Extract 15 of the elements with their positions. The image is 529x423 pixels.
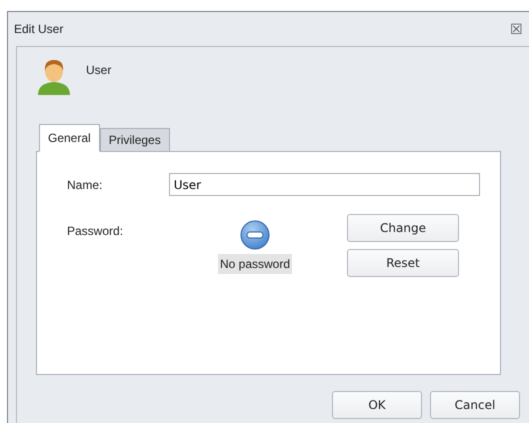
tab[interactable]: General <box>39 124 100 152</box>
password-label: Password: <box>67 224 124 240</box>
close-button[interactable]: ☒ <box>510 21 523 37</box>
user-name: User <box>86 63 112 79</box>
no-entry-icon <box>240 220 270 250</box>
name-label: Name: <box>67 178 104 192</box>
name-field[interactable]: User <box>168 173 480 196</box>
password-action-button[interactable]: Reset <box>347 249 459 277</box>
password-action-button[interactable]: Change <box>347 214 459 242</box>
tab[interactable]: Privileges <box>100 128 170 152</box>
user-avatar-icon <box>36 59 72 97</box>
password-status: No password <box>218 254 292 274</box>
dialog-button[interactable]: OK <box>332 391 422 419</box>
dialog-button[interactable]: Cancel <box>430 391 520 419</box>
window-title: Edit User <box>14 22 64 36</box>
